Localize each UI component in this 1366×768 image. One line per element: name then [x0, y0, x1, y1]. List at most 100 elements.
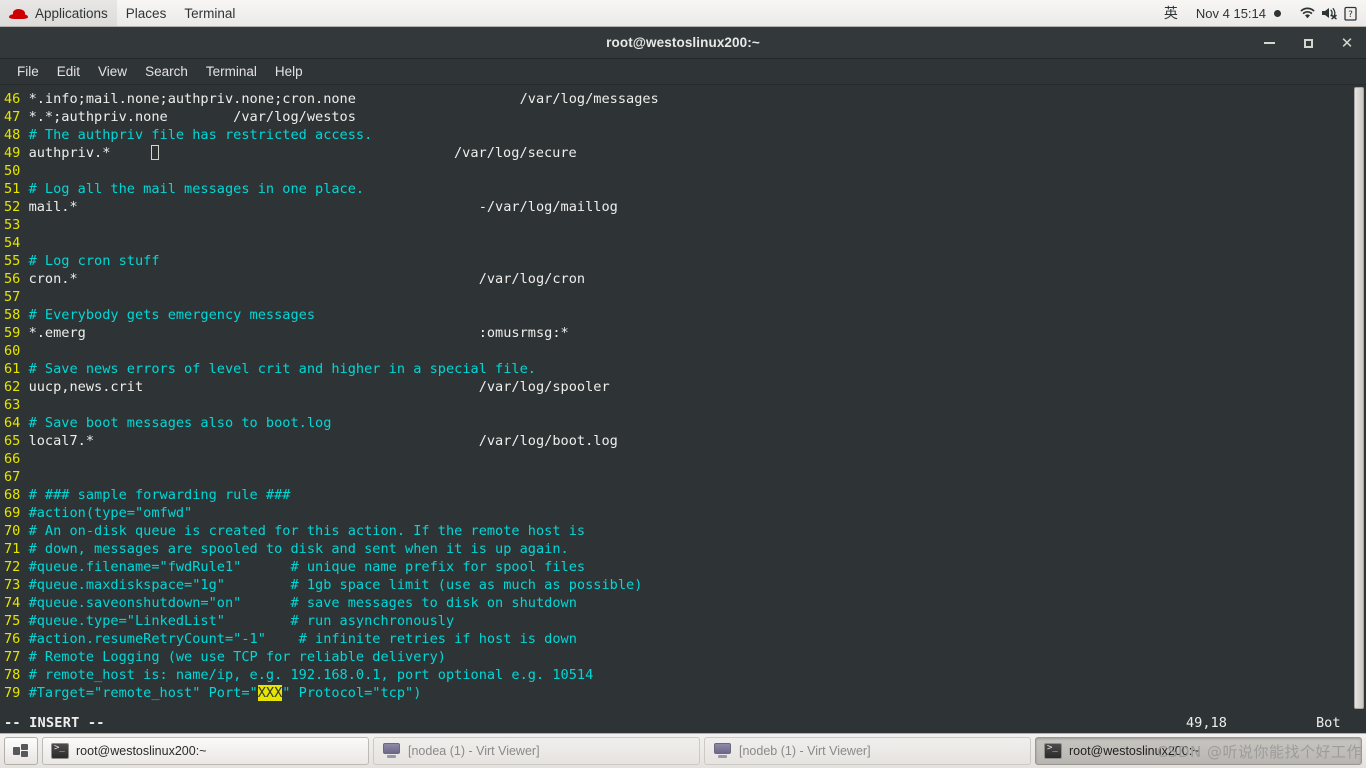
vim-line-number: 62 [4, 379, 29, 395]
vim-line-text: #Target="remote_host" Port=" [28, 685, 258, 701]
clock[interactable]: Nov 4 15:14 [1187, 0, 1290, 26]
vim-line-number: 69 [4, 505, 29, 521]
vim-line: 49 authpriv.* /var/log/secure [4, 144, 1352, 162]
notification-dot-icon [1274, 9, 1281, 17]
vim-line-text: # Everybody gets emergency messages [28, 307, 316, 323]
minimize-button[interactable] [1258, 32, 1280, 54]
vim-buffer[interactable]: 46 *.info;mail.none;authpriv.none;cron.n… [0, 85, 1352, 733]
vim-line: 54 [4, 234, 1352, 252]
vim-mode-indicator: -- INSERT -- [4, 715, 105, 731]
taskbar-item-nodea-virt-viewer[interactable]: [nodea (1) - Virt Viewer] [373, 737, 700, 765]
vim-line-number: 53 [4, 217, 29, 233]
vim-line-text: authpriv.* [28, 145, 152, 161]
battery-unknown-icon: ? [1344, 6, 1357, 21]
vim-line-number: 52 [4, 199, 29, 215]
vim-line-number: 74 [4, 595, 29, 611]
vim-line: 69 #action(type="omfwd" [4, 504, 1352, 522]
vim-line-number: 49 [4, 145, 29, 161]
menu-file[interactable]: File [8, 61, 48, 82]
vim-line-text: # Save boot messages also to boot.log [28, 415, 332, 431]
vim-line-text: # Remote Logging (we use TCP for reliabl… [28, 649, 446, 665]
menubar: File Edit View Search Terminal Help [0, 59, 1366, 85]
places-menu[interactable]: Places [117, 0, 176, 26]
vim-line-text: #action(type="omfwd" [28, 505, 193, 521]
menu-view[interactable]: View [89, 61, 136, 82]
vim-line: 64 # Save boot messages also to boot.log [4, 414, 1352, 432]
vim-line: 65 local7.* /var/log/boot.log [4, 432, 1352, 450]
terminal-scrollbar[interactable] [1352, 85, 1366, 733]
vim-line-number: 79 [4, 685, 29, 701]
vim-line-text: # Save news errors of level crit and hig… [28, 361, 536, 377]
taskbar-item-terminal-2[interactable]: root@westoslinux200:~ [1035, 737, 1362, 765]
window-list-taskbar: root@westoslinux200:~ [nodea (1) - Virt … [0, 733, 1366, 768]
vim-line-number: 75 [4, 613, 29, 629]
vim-line-number: 51 [4, 181, 29, 197]
terminal-menu[interactable]: Terminal [175, 0, 244, 26]
vim-line-text: #queue.maxdiskspace="1g" # 1gb space lim… [28, 577, 643, 593]
vim-line: 53 [4, 216, 1352, 234]
window-title: root@westoslinux200:~ [606, 35, 760, 50]
vim-line-number: 57 [4, 289, 29, 305]
vim-line-number: 56 [4, 271, 29, 287]
vim-line: 73 #queue.maxdiskspace="1g" # 1gb space … [4, 576, 1352, 594]
vim-line-number: 54 [4, 235, 29, 251]
input-method-label: 英 [1163, 5, 1178, 21]
vim-line: 78 # remote_host is: name/ip, e.g. 192.1… [4, 666, 1352, 684]
system-status-area[interactable]: ? [1290, 0, 1366, 26]
vim-line-text: mail.* -/var/log/maillog [28, 199, 618, 215]
window-controls: ✕ [1258, 27, 1358, 59]
gnome-top-panel: Applications Places Terminal 英 Nov 4 15:… [0, 0, 1366, 27]
vim-line: 79 #Target="remote_host" Port="XXX" Prot… [4, 684, 1352, 702]
vim-line-text: uucp,news.crit /var/log/spooler [28, 379, 610, 395]
vim-line-number: 68 [4, 487, 29, 503]
applications-menu[interactable]: Applications [0, 0, 117, 26]
vim-line-text: /var/log/secure [159, 145, 577, 161]
terminal-menu-label: Terminal [184, 5, 236, 21]
vim-line-number: 65 [4, 433, 29, 449]
virt-viewer-icon [713, 743, 732, 759]
vim-line: 46 *.info;mail.none;authpriv.none;cron.n… [4, 90, 1352, 108]
vim-line-number: 77 [4, 649, 29, 665]
vim-line-number: 72 [4, 559, 29, 575]
taskbar-item-label: root@westoslinux200:~ [76, 744, 207, 758]
vim-line: 68 # ### sample forwarding rule ### [4, 486, 1352, 504]
vim-line-text: # Log cron stuff [28, 253, 160, 269]
vim-line-number: 76 [4, 631, 29, 647]
menu-terminal[interactable]: Terminal [197, 61, 266, 82]
terminal-window: root@westoslinux200:~ ✕ File Edit View S… [0, 27, 1366, 733]
vim-line: 74 #queue.saveonshutdown="on" # save mes… [4, 594, 1352, 612]
menu-edit[interactable]: Edit [48, 61, 89, 82]
terminal-icon [1044, 743, 1062, 759]
close-button[interactable]: ✕ [1336, 32, 1358, 54]
vim-line-text: #queue.saveonshutdown="on" # save messag… [28, 595, 577, 611]
vim-line-number: 73 [4, 577, 29, 593]
top-panel-right: 英 Nov 4 15:14 ? [1155, 0, 1366, 26]
taskbar-item-terminal-1[interactable]: root@westoslinux200:~ [42, 737, 369, 765]
taskbar-item-nodeb-virt-viewer[interactable]: [nodeb (1) - Virt Viewer] [704, 737, 1031, 765]
vim-line: 62 uucp,news.crit /var/log/spooler [4, 378, 1352, 396]
vim-line: 47 *.*;authpriv.none /var/log/westos [4, 108, 1352, 126]
taskbar-item-label: root@westoslinux200:~ [1069, 744, 1200, 758]
places-menu-label: Places [125, 5, 167, 21]
workspace-switcher-icon[interactable] [4, 737, 38, 765]
vim-line-number: 60 [4, 343, 29, 359]
vim-line-number: 63 [4, 397, 29, 413]
vim-line: 55 # Log cron stuff [4, 252, 1352, 270]
vim-line-number: 61 [4, 361, 29, 377]
vim-line-text: # ### sample forwarding rule ### [28, 487, 291, 503]
vim-line: 66 [4, 450, 1352, 468]
input-method-indicator[interactable]: 英 [1155, 0, 1187, 26]
vim-line: 58 # Everybody gets emergency messages [4, 306, 1352, 324]
maximize-button[interactable] [1297, 32, 1319, 54]
terminal-body[interactable]: 46 *.info;mail.none;authpriv.none;cron.n… [0, 85, 1366, 733]
vim-line: 70 # An on-disk queue is created for thi… [4, 522, 1352, 540]
terminal-scrollbar-thumb[interactable] [1354, 87, 1364, 710]
vim-line-text: #queue.type="LinkedList" # run asynchron… [28, 613, 455, 629]
menu-search[interactable]: Search [136, 61, 197, 82]
menu-help[interactable]: Help [266, 61, 312, 82]
vim-line-number: 71 [4, 541, 29, 557]
window-titlebar[interactable]: root@westoslinux200:~ ✕ [0, 27, 1366, 59]
volume-muted-icon [1321, 6, 1339, 20]
vim-line: 48 # The authpriv file has restricted ac… [4, 126, 1352, 144]
terminal-icon [51, 743, 69, 759]
